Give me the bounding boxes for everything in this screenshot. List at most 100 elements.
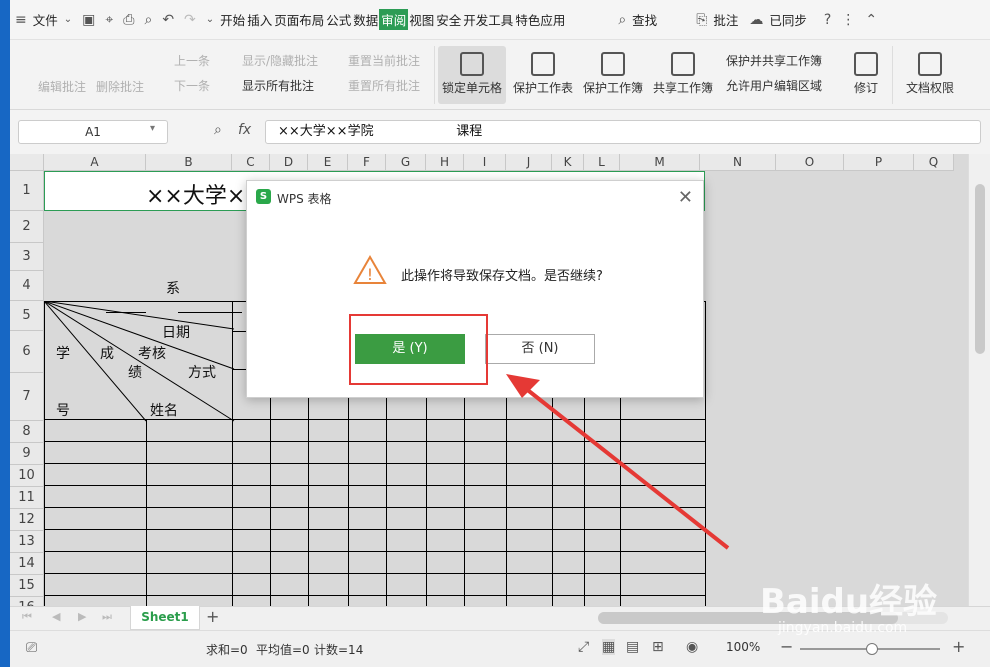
row-header[interactable]: 3 (10, 243, 44, 271)
protect-book-button[interactable]: 保护工作簿 (582, 52, 644, 96)
row-header[interactable]: 10 (10, 465, 44, 487)
comment-icon[interactable]: ⎘ (696, 12, 707, 28)
nav-next-icon[interactable]: ▶ (78, 610, 86, 623)
fx-label[interactable]: fx (238, 122, 251, 138)
menu-developer[interactable]: 开发工具 (462, 10, 514, 29)
menu-security[interactable]: 安全 (435, 10, 462, 29)
row-header[interactable]: 8 (10, 421, 44, 443)
normal-view-icon[interactable]: ▦ (602, 639, 616, 655)
formula-input[interactable]: ××大学××学院 课程 (265, 120, 981, 144)
row-header[interactable]: 2 (10, 211, 44, 243)
edit-comment-button[interactable]: 编辑批注 (38, 78, 86, 95)
column-header[interactable]: G (386, 154, 426, 171)
collapse-ribbon-icon[interactable]: ⌃ (865, 12, 877, 28)
menu-home[interactable]: 开始 (219, 10, 246, 29)
column-header[interactable]: C (232, 154, 270, 171)
row-header[interactable]: 6 (10, 331, 44, 373)
row-header[interactable]: 12 (10, 509, 44, 531)
menu-formula[interactable]: 公式 (325, 10, 352, 29)
column-header[interactable]: P (844, 154, 914, 171)
row-header[interactable]: 7 (10, 373, 44, 421)
row-header[interactable]: 4 (10, 271, 44, 301)
vertical-scrollbar[interactable] (968, 154, 990, 606)
print-icon[interactable]: ⎙ (123, 12, 134, 28)
format-painter-icon[interactable]: ⌖ (105, 12, 113, 28)
show-all-comments-button[interactable]: 显示所有批注 (242, 77, 314, 94)
add-sheet-icon[interactable]: + (206, 607, 219, 626)
protect-share-button[interactable]: 保护并共享工作簿 (726, 52, 822, 69)
column-header[interactable]: L (584, 154, 620, 171)
nav-last-icon[interactable]: ⏭ (102, 610, 112, 624)
column-header[interactable]: M (620, 154, 700, 171)
page-layout-icon[interactable]: ▤ (626, 639, 639, 655)
column-header[interactable]: Q (914, 154, 954, 171)
more-icon[interactable]: ⌄ (206, 14, 214, 25)
eye-protect-icon[interactable]: ◉ (686, 639, 698, 655)
zoom-slider[interactable] (800, 643, 940, 655)
column-header[interactable]: D (270, 154, 308, 171)
more-options-icon[interactable]: ⋮ (841, 12, 855, 28)
undo-icon[interactable]: ↶ (162, 12, 174, 28)
menu-review[interactable]: 审阅 (379, 9, 409, 30)
scroll-thumb[interactable] (975, 184, 985, 354)
column-header[interactable]: I (464, 154, 506, 171)
allow-edit-range-button[interactable]: 允许用户编辑区域 (726, 77, 822, 94)
page-break-icon[interactable]: ⊞ (652, 639, 664, 655)
zoom-in-icon[interactable]: + (952, 637, 965, 656)
chevron-down-icon[interactable]: ⌄ (64, 14, 72, 25)
redo-icon[interactable]: ↷ (184, 12, 196, 28)
row-header[interactable]: 14 (10, 553, 44, 575)
close-icon[interactable]: ✕ (678, 187, 693, 208)
delete-comment-button[interactable]: 删除批注 (96, 78, 144, 95)
column-header[interactable]: H (426, 154, 464, 171)
row-header[interactable]: 15 (10, 575, 44, 597)
revise-button[interactable]: 修订 (848, 52, 884, 96)
menu-page-layout[interactable]: 页面布局 (273, 10, 325, 29)
sync-status[interactable]: 已同步 (768, 10, 808, 29)
column-header[interactable]: E (308, 154, 348, 171)
row-header[interactable]: 11 (10, 487, 44, 509)
comment-button[interactable]: 批注 (712, 10, 739, 29)
fullscreen-icon[interactable]: ⤢ (578, 639, 589, 655)
nav-prev-icon[interactable]: ◀ (52, 610, 60, 623)
name-box[interactable]: A1 (18, 120, 168, 144)
print-preview-icon[interactable]: ⌕ (144, 12, 152, 28)
save-icon[interactable]: ▣ (82, 12, 95, 28)
column-header[interactable]: A (44, 154, 146, 171)
select-all-corner[interactable] (10, 154, 44, 171)
reset-current-comment-button[interactable]: 重置当前批注 (348, 52, 420, 69)
hamburger-icon[interactable]: ≡ (15, 12, 27, 28)
sheet-tab-sheet1[interactable]: Sheet1 (130, 606, 200, 630)
search-button[interactable]: 查找 (631, 10, 658, 29)
nav-first-icon[interactable]: ⏮ (22, 610, 32, 624)
column-header[interactable]: K (552, 154, 584, 171)
lock-cell-button[interactable]: 锁定单元格 (438, 46, 506, 104)
zoom-out-icon[interactable]: − (780, 637, 793, 656)
column-header[interactable]: O (776, 154, 844, 171)
column-header[interactable]: F (348, 154, 386, 171)
protect-sheet-button[interactable]: 保护工作表 (512, 52, 574, 96)
show-hide-comment-button[interactable]: 显示/隐藏批注 (242, 52, 318, 69)
menu-data[interactable]: 数据 (352, 10, 379, 29)
column-header[interactable]: N (700, 154, 776, 171)
row-header[interactable]: 1 (10, 171, 44, 211)
menu-file[interactable]: 文件 (32, 10, 59, 29)
row-header[interactable]: 16 (10, 597, 44, 606)
cloud-sync-icon[interactable]: ☁ (749, 12, 763, 28)
zoom-function-icon[interactable]: ⌕ (214, 122, 222, 138)
next-comment-button[interactable]: 下一条 (174, 77, 210, 94)
row-header[interactable]: 13 (10, 531, 44, 553)
menu-special[interactable]: 特色应用 (514, 10, 566, 29)
reset-all-comments-button[interactable]: 重置所有批注 (348, 77, 420, 94)
menu-insert[interactable]: 插入 (246, 10, 273, 29)
column-header[interactable]: J (506, 154, 552, 171)
column-header[interactable]: B (146, 154, 232, 171)
row-header[interactable]: 9 (10, 443, 44, 465)
macro-icon[interactable]: ⎚ (26, 640, 37, 656)
zoom-level[interactable]: 100% (726, 640, 760, 654)
search-icon[interactable]: ⌕ (618, 12, 626, 28)
doc-rights-button[interactable]: 文档权限 (900, 52, 960, 96)
row-header[interactable]: 5 (10, 301, 44, 331)
share-book-button[interactable]: 共享工作簿 (652, 52, 714, 96)
no-button[interactable]: 否 (N) (485, 334, 595, 364)
